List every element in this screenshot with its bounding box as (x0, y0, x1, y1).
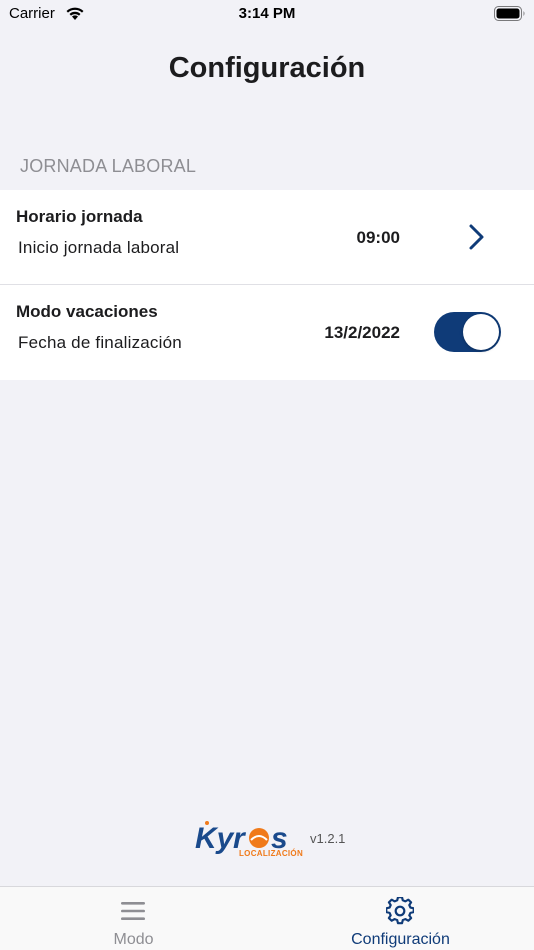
row-title: Modo vacaciones (16, 302, 158, 321)
app-version: v1.2.1 (310, 831, 346, 846)
work-schedule-row[interactable]: Horario jornada Inicio jornada laboral 0… (0, 190, 534, 284)
tab-modo[interactable]: Modo (0, 887, 267, 950)
menu-icon (121, 902, 145, 920)
row-subtitle: Fecha de finalización (18, 333, 182, 352)
clock: 3:14 PM (238, 5, 296, 22)
tab-label: Configuración (351, 931, 450, 948)
gear-icon (386, 897, 414, 925)
brand-footer: Ky r s LOCALIZACIÓN v1.2.1 (195, 818, 355, 860)
row-subtitle: Inicio jornada laboral (18, 238, 180, 257)
vacation-mode-toggle[interactable] (434, 312, 501, 352)
toggle-knob (463, 314, 499, 350)
status-bar: Carrier 3:14 PM (0, 0, 534, 30)
svg-text:Ky: Ky (195, 822, 235, 855)
vacation-end-date[interactable]: 13/2/2022 (324, 323, 400, 343)
work-start-time: 09:00 (356, 228, 400, 247)
tab-bar: Modo Configuración (0, 886, 534, 950)
tab-configuracion[interactable]: Configuración (267, 887, 534, 950)
page-title: Configuración (168, 52, 366, 84)
section-header: JORNADA LABORAL (20, 156, 197, 176)
chevron-right-icon[interactable] (466, 222, 488, 252)
vacation-mode-row: Modo vacaciones Fecha de finalización 13… (0, 285, 534, 380)
row-title: Horario jornada (16, 207, 143, 226)
battery-icon (494, 6, 525, 21)
tab-label: Modo (113, 931, 154, 948)
brand-tagline: LOCALIZACIÓN (239, 849, 304, 858)
